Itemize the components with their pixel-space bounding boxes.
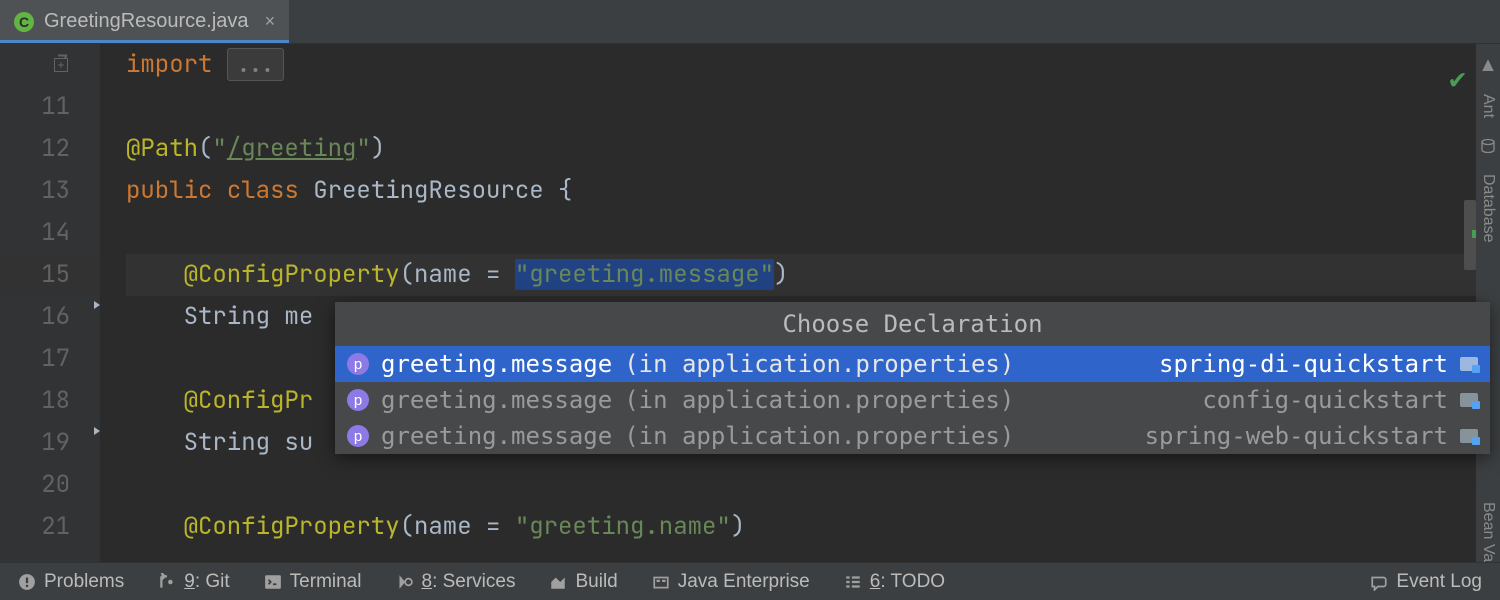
database-tool-button[interactable]: Database (1479, 174, 1497, 243)
bean-validation-tool-button[interactable]: Bean Va (1479, 502, 1497, 562)
highlighted-string: "greeting.message" (515, 259, 774, 290)
declaration-item[interactable]: p greeting.message (in application.prope… (335, 418, 1490, 454)
declaration-location: (in application.properties) (624, 422, 1014, 450)
annotation: @ConfigProperty (184, 259, 400, 290)
property-icon: p (347, 353, 369, 375)
event-log-icon (1370, 573, 1388, 591)
problems-tool-button[interactable]: Problems (18, 571, 124, 593)
close-icon[interactable]: × (259, 11, 276, 32)
line-number: 13 (0, 170, 70, 212)
module-name: spring-di-quickstart (1159, 350, 1448, 378)
annotation: @Path (126, 133, 198, 164)
line-number: 21 (0, 506, 70, 548)
line-number: 11 (0, 86, 70, 128)
editor-tab-bar: C GreetingResource.java × (0, 0, 1500, 44)
declaration-item[interactable]: p greeting.message (in application.prope… (335, 346, 1490, 382)
event-log-button[interactable]: Event Log (1370, 571, 1482, 593)
declaration-item[interactable]: p greeting.message (in application.prope… (335, 382, 1490, 418)
line-number: 12 (0, 128, 70, 170)
line-number: 16 (0, 296, 70, 338)
build-tool-button[interactable]: Build (549, 571, 617, 593)
ant-tool-button[interactable]: Ant (1479, 94, 1497, 118)
build-icon (549, 573, 567, 591)
terminal-tool-button[interactable]: Terminal (264, 571, 362, 593)
scrollbar[interactable] (1464, 200, 1476, 270)
declaration-location: (in application.properties) (624, 350, 1014, 378)
keyword: import (126, 49, 212, 80)
class-file-icon: C (14, 12, 34, 32)
property-icon: p (347, 425, 369, 447)
gutter: 3+ 11 12 13 14 15 16 17 18 19 20 21 (0, 44, 100, 562)
inspection-ok-icon[interactable]: ✔ (1449, 60, 1466, 97)
editor-tab[interactable]: C GreetingResource.java × (0, 0, 289, 43)
module-folder-icon (1460, 429, 1478, 443)
bottom-tool-bar: Problems 9: Git Terminal 8: Services Bui… (0, 562, 1500, 600)
ant-icon (1480, 58, 1496, 74)
java-enterprise-tool-button[interactable]: Java Enterprise (652, 571, 810, 593)
fold-placeholder[interactable]: ... (227, 48, 284, 81)
bean-gutter-icon[interactable] (76, 433, 96, 453)
declaration-label: greeting.message (381, 350, 612, 378)
line-number: 17 (0, 338, 70, 380)
declaration-label: greeting.message (381, 386, 612, 414)
choose-declaration-popup: Choose Declaration p greeting.message (i… (335, 302, 1490, 454)
popup-title: Choose Declaration (335, 302, 1490, 346)
bean-gutter-icon[interactable] (76, 307, 96, 327)
problems-icon (18, 573, 36, 591)
module-folder-icon (1460, 357, 1478, 371)
declaration-location: (in application.properties) (624, 386, 1014, 414)
module-name: spring-web-quickstart (1145, 422, 1448, 450)
java-ee-icon (652, 573, 670, 591)
line-number: 18 (0, 380, 70, 422)
todo-icon (844, 573, 862, 591)
line-number: 3+ (0, 44, 70, 86)
path-link[interactable]: /greeting (227, 133, 357, 164)
module-folder-icon (1460, 393, 1478, 407)
database-icon (1480, 138, 1496, 154)
terminal-icon (264, 573, 282, 591)
services-icon (395, 573, 413, 591)
line-number: 15 (0, 254, 100, 296)
line-number: 19 (0, 422, 70, 464)
line-number: 20 (0, 464, 70, 506)
declaration-label: greeting.message (381, 422, 612, 450)
todo-tool-button[interactable]: 6: TODO (844, 571, 945, 593)
git-tool-button[interactable]: 9: Git (158, 571, 229, 593)
line-number: 14 (0, 212, 70, 254)
fold-expand-icon[interactable]: + (54, 58, 68, 72)
tab-filename: GreetingResource.java (44, 10, 249, 33)
property-icon: p (347, 389, 369, 411)
module-name: config-quickstart (1202, 386, 1448, 414)
git-icon (158, 573, 176, 591)
services-tool-button[interactable]: 8: Services (395, 571, 515, 593)
